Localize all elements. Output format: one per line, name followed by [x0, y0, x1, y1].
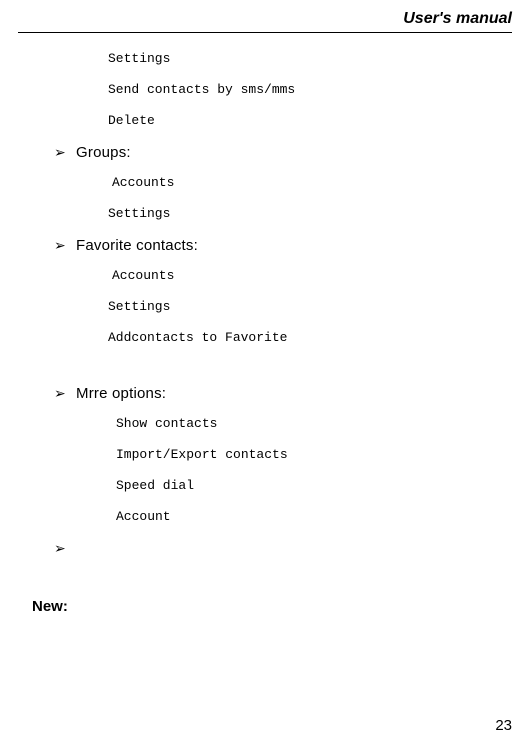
- list-item: Account: [116, 509, 512, 524]
- sub-items: Accounts Settings: [112, 175, 512, 221]
- page-number: 23: [495, 717, 512, 734]
- sub-items: Show contacts Import/Export contacts Spe…: [116, 416, 512, 524]
- spacer: [18, 361, 512, 385]
- page: User's manual Settings Send contacts by …: [0, 0, 530, 750]
- new-heading: New:: [32, 598, 512, 615]
- section-title: Groups:: [76, 144, 131, 161]
- section-title: Mrre options:: [76, 385, 166, 402]
- list-item: Show contacts: [116, 416, 512, 431]
- chevron-right-icon: ➢: [54, 385, 76, 402]
- list-item: Accounts: [112, 175, 512, 190]
- list-item: Accounts: [112, 268, 512, 283]
- chevron-right-icon: ➢: [54, 144, 76, 161]
- list-item: Speed dial: [116, 478, 512, 493]
- chevron-right-icon: ➢: [54, 237, 76, 254]
- list-item: Addcontacts to Favorite: [108, 330, 512, 345]
- list-item: Import/Export contacts: [116, 447, 512, 462]
- sub-items: Accounts Settings Addcontacts to Favorit…: [112, 268, 512, 345]
- section-title: Favorite contacts:: [76, 237, 198, 254]
- list-item: Delete: [108, 113, 512, 128]
- list-item: Send contacts by sms/mms: [108, 82, 512, 97]
- section-head: ➢ Groups:: [54, 144, 512, 161]
- section-favorite-contacts: ➢ Favorite contacts: Accounts Settings A…: [18, 237, 512, 345]
- empty-bullet: ➢: [54, 540, 512, 558]
- pre-items: Settings Send contacts by sms/mms Delete: [108, 51, 512, 128]
- section-head: ➢ Mrre options:: [54, 385, 512, 402]
- section-head: ➢ Favorite contacts:: [54, 237, 512, 254]
- list-item: Settings: [108, 206, 512, 221]
- list-item: Settings: [108, 299, 512, 314]
- header-title: User's manual: [18, 10, 512, 33]
- list-item: Settings: [108, 51, 512, 66]
- chevron-right-icon: ➢: [54, 540, 76, 557]
- section-more-options: ➢ Mrre options: Show contacts Import/Exp…: [18, 385, 512, 524]
- section-groups: ➢ Groups: Accounts Settings: [18, 144, 512, 221]
